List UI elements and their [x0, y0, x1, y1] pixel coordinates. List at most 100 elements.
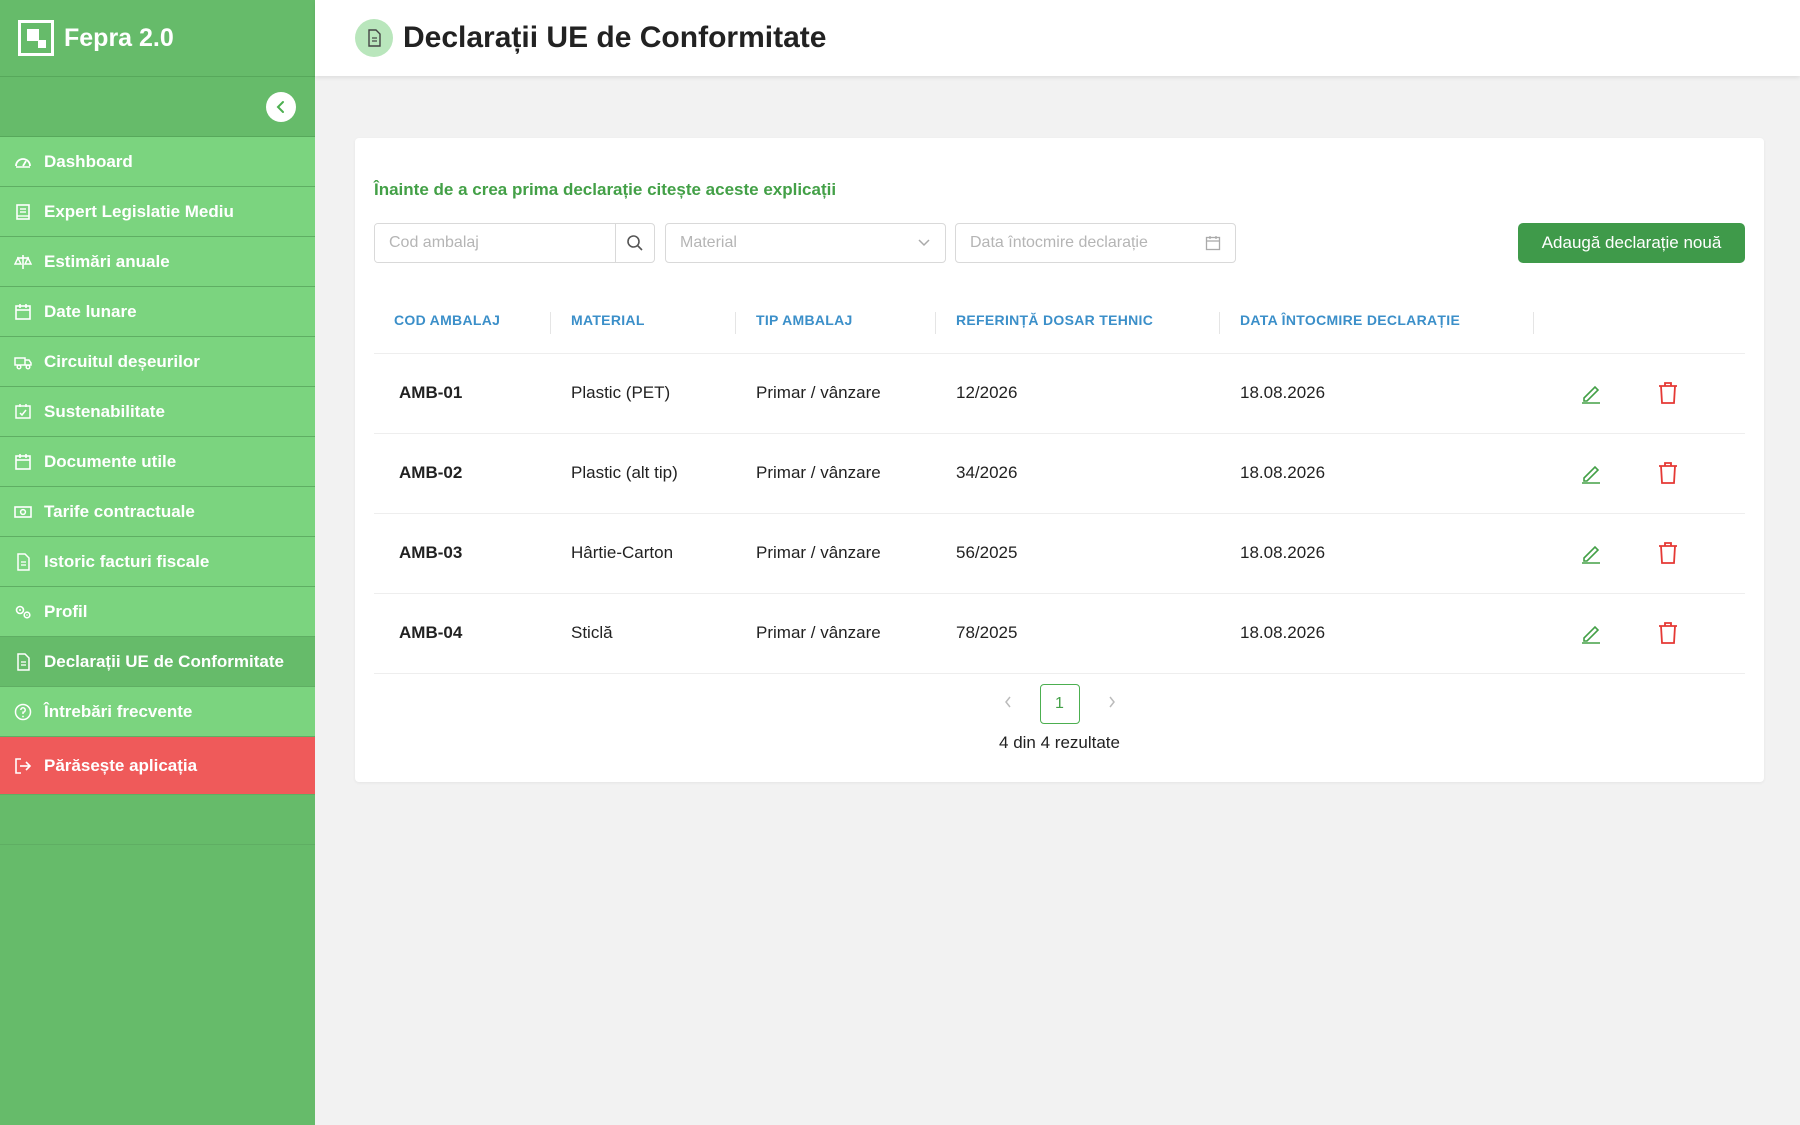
app-name: Fepra 2.0: [64, 23, 174, 52]
column-header-data-intocmire[interactable]: DATA ÎNTOCMIRE DECLARAȚIE: [1220, 288, 1534, 354]
page-number-button[interactable]: 1: [1039, 684, 1080, 724]
logout-label: Părăsește aplicația: [44, 755, 198, 775]
cell-material: Hârtie-Carton: [551, 513, 736, 594]
prev-page-button[interactable]: [1000, 695, 1016, 714]
column-header-tip-ambalaj[interactable]: TIP AMBALAJ: [736, 288, 936, 354]
delete-button[interactable]: [1653, 538, 1683, 568]
collapse-sidebar-button[interactable]: [266, 92, 296, 122]
chevron-down-icon: [918, 239, 930, 247]
declarations-table: COD AMBALAJ MATERIAL TIP AMBALAJ REFERIN…: [374, 288, 1745, 674]
dashboard-icon: [14, 153, 32, 171]
sidebar-item-label: Circuitul deșeurilor: [44, 351, 200, 371]
document-icon: [355, 19, 393, 57]
column-header-referinta[interactable]: REFERINȚĂ DOSAR TEHNIC: [936, 288, 1220, 354]
date-picker[interactable]: Data întocmire declarație: [955, 223, 1236, 263]
delete-button[interactable]: [1653, 378, 1683, 408]
sidebar-item-dashboard[interactable]: Dashboard: [0, 137, 315, 187]
trash-icon: [1658, 382, 1677, 404]
delete-button[interactable]: [1653, 458, 1683, 488]
sidebar-item-documente-utile[interactable]: Documente utile: [0, 437, 315, 487]
sidebar-item-date-lunare[interactable]: Date lunare: [0, 287, 315, 337]
cell-code: AMB-04: [374, 593, 551, 674]
sidebar-item-label: Sustenabilitate: [44, 401, 165, 421]
sidebar-item-circuitul-deseurilor[interactable]: Circuitul deșeurilor: [0, 337, 315, 387]
pagination: 1: [355, 684, 1764, 724]
explanations-link[interactable]: Înainte de a crea prima declarație citeș…: [374, 180, 836, 200]
sidebar-item-label: Întrebări frecvente: [44, 701, 193, 721]
edit-button[interactable]: [1576, 538, 1606, 568]
cell-type: Primar / vânzare: [736, 353, 936, 434]
table-row: AMB-03 Hârtie-Carton Primar / vânzare 56…: [374, 513, 1745, 594]
calendar-check-icon: [14, 403, 32, 421]
edit-button[interactable]: [1576, 458, 1606, 488]
calendar-icon: [1205, 236, 1221, 251]
sidebar-item-sustenabilitate[interactable]: Sustenabilitate: [0, 387, 315, 437]
cell-actions: [1534, 353, 1745, 434]
search-button[interactable]: [615, 224, 654, 262]
cell-type: Primar / vânzare: [736, 433, 936, 514]
sidebar-item-expert-legislatie[interactable]: Expert Legislatie Mediu: [0, 187, 315, 237]
trash-icon: [1658, 462, 1677, 484]
cell-date: 18.08.2026: [1220, 593, 1534, 674]
cell-reference: 34/2026: [936, 433, 1220, 514]
question-icon: [14, 703, 32, 721]
cell-type: Primar / vânzare: [736, 513, 936, 594]
code-search-group: [374, 223, 655, 263]
page-header: Declarații UE de Conformitate: [315, 0, 1800, 76]
code-search-input[interactable]: [375, 224, 615, 262]
sidebar-item-label: Tarife contractuale: [44, 501, 195, 521]
column-header-material[interactable]: MATERIAL: [551, 288, 736, 354]
sidebar-item-label: Profil: [44, 601, 88, 621]
sidebar-spacer: [0, 795, 315, 845]
pencil-icon: [1582, 465, 1600, 484]
page-title: Declarații UE de Conformitate: [403, 21, 827, 54]
sidebar-item-tarife-contractuale[interactable]: Tarife contractuale: [0, 487, 315, 537]
sidebar-item-label: Dashboard: [44, 151, 133, 171]
sidebar-item-label: Declarații UE de Conformitate: [44, 651, 284, 671]
material-select[interactable]: Material: [665, 223, 946, 263]
table-row: AMB-04 Sticlă Primar / vânzare 78/2025 1…: [374, 593, 1745, 674]
declarations-card: Înainte de a crea prima declarație citeș…: [355, 138, 1764, 782]
cell-code: AMB-03: [374, 513, 551, 594]
filters-bar: Material Data întocmire declarație Adaug…: [374, 223, 1745, 263]
search-icon: [627, 235, 643, 251]
sidebar-item-istoric-facturi[interactable]: Istoric facturi fiscale: [0, 537, 315, 587]
chevron-left-icon: [1004, 696, 1011, 707]
sidebar-item-label: Documente utile: [44, 451, 177, 471]
add-declaration-button[interactable]: Adaugă declarație nouă: [1518, 223, 1745, 263]
cell-actions: [1534, 433, 1745, 514]
sidebar-item-intrebari-frecvente[interactable]: Întrebări frecvente: [0, 687, 315, 737]
cell-code: AMB-01: [374, 353, 551, 434]
logout-icon: [14, 757, 32, 775]
book-icon: [14, 203, 32, 221]
pencil-icon: [1582, 545, 1600, 564]
cell-actions: [1534, 593, 1745, 674]
cell-date: 18.08.2026: [1220, 433, 1534, 514]
table-row: AMB-01 Plastic (PET) Primar / vânzare 12…: [374, 353, 1745, 434]
table-header-row: COD AMBALAJ MATERIAL TIP AMBALAJ REFERIN…: [374, 288, 1745, 354]
sidebar-item-label: Estimări anuale: [44, 251, 170, 271]
table-row: AMB-02 Plastic (alt tip) Primar / vânzar…: [374, 433, 1745, 514]
delete-button[interactable]: [1653, 618, 1683, 648]
edit-button[interactable]: [1576, 618, 1606, 648]
logo-row: Fepra 2.0: [0, 0, 315, 77]
cell-date: 18.08.2026: [1220, 513, 1534, 594]
sidebar: Fepra 2.0 Dashboard Expert Legislatie Me…: [0, 0, 315, 1125]
sidebar-item-label: Istoric facturi fiscale: [44, 551, 210, 571]
edit-button[interactable]: [1576, 378, 1606, 408]
file-icon: [14, 652, 32, 671]
trash-icon: [1658, 542, 1677, 564]
sidebar-item-profil[interactable]: Profil: [0, 587, 315, 637]
sidebar-item-declaratii-ue[interactable]: Declarații UE de Conformitate: [0, 637, 315, 687]
next-page-button[interactable]: [1104, 695, 1120, 714]
column-header-cod-ambalaj[interactable]: COD AMBALAJ: [374, 288, 551, 354]
logout-button[interactable]: Părăsește aplicația: [0, 737, 315, 795]
chevron-left-icon: [276, 101, 284, 113]
cell-material: Sticlă: [551, 593, 736, 674]
sidebar-item-estimari-anuale[interactable]: Estimări anuale: [0, 237, 315, 287]
chevron-right-icon: [1108, 696, 1115, 707]
gears-icon: [14, 603, 32, 621]
sidebar-item-label: Expert Legislatie Mediu: [44, 201, 234, 221]
results-count: 4 din 4 rezultate: [999, 733, 1120, 752]
calendar-icon: [14, 303, 32, 321]
